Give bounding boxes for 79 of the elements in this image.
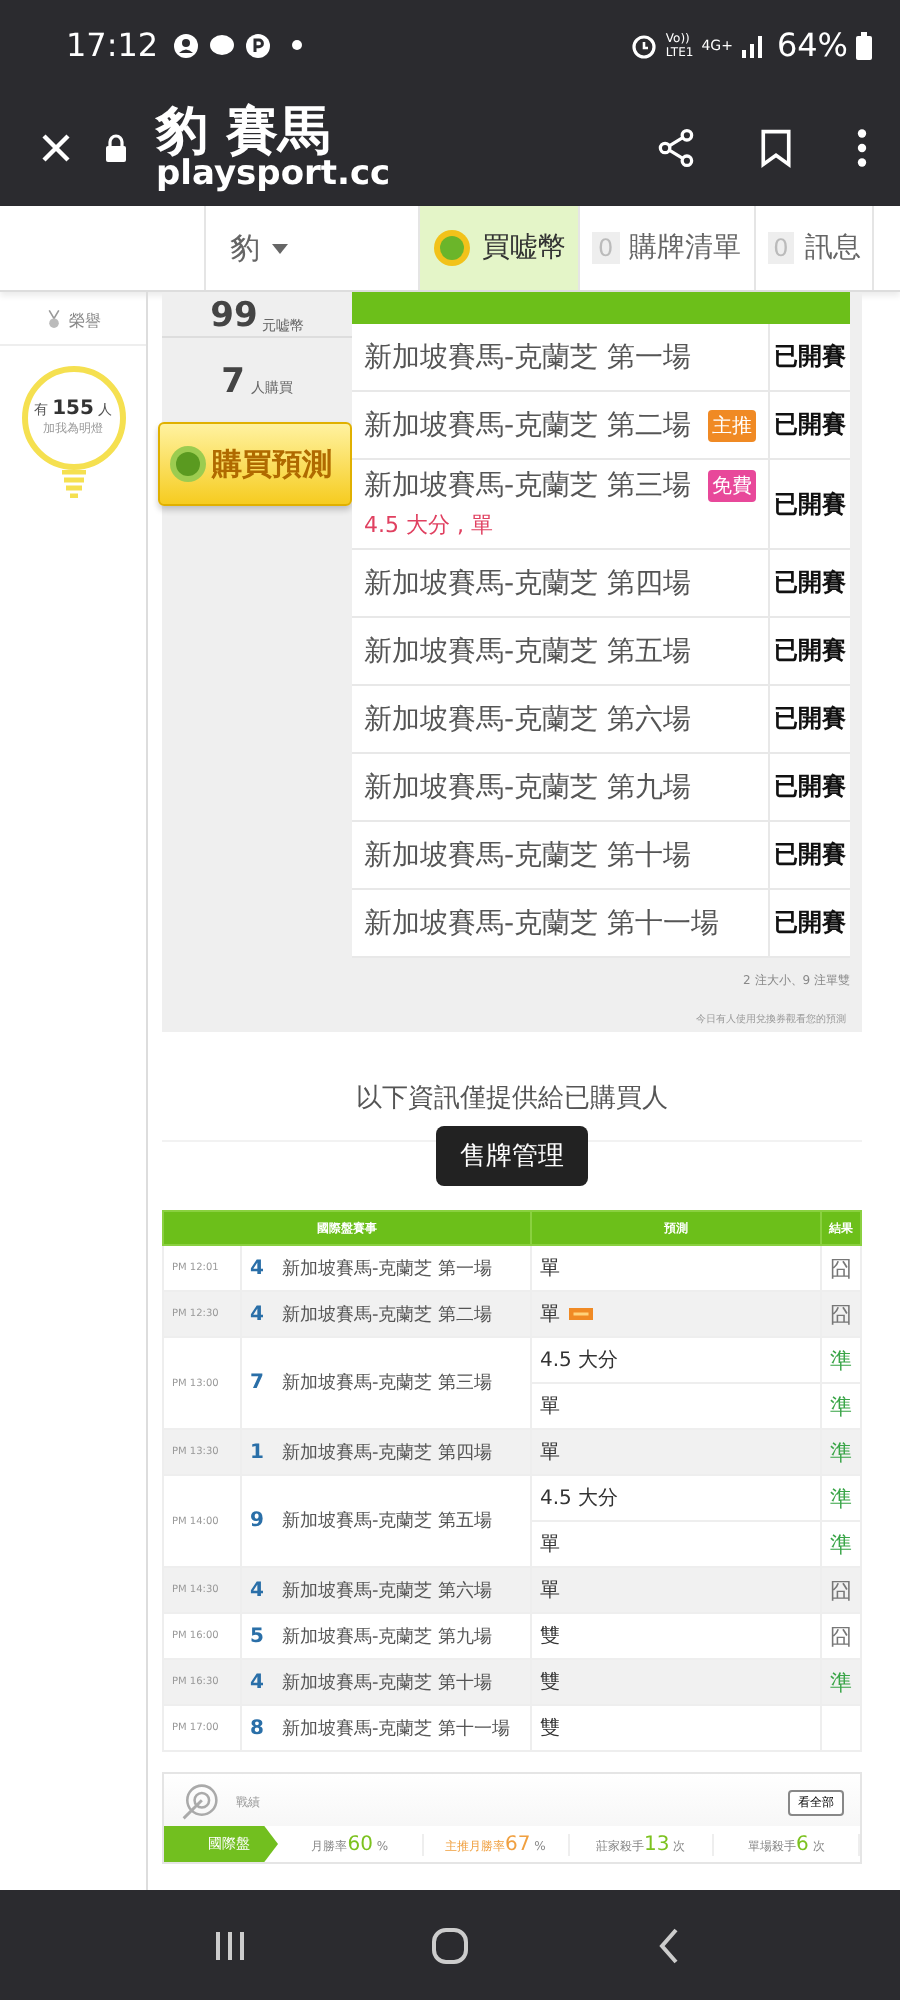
- prediction-text: 單: [540, 1396, 560, 1418]
- game-name: 新加坡賽馬-克蘭芝 第一場: [364, 339, 692, 375]
- game-tag: 主推: [708, 409, 756, 441]
- result-mark: 囧: [830, 1255, 852, 1281]
- race-name: 新加坡賽馬-克蘭芝 第四場: [274, 1429, 531, 1475]
- game-status: 已開賽: [768, 890, 850, 956]
- game-status: 已開賽: [768, 392, 850, 458]
- game-name: 新加坡賽馬-克蘭芝 第三場: [364, 468, 692, 504]
- medal-icon: [45, 310, 61, 330]
- buyer-notice: 以下資訊僅提供給已購買人: [354, 1082, 670, 1116]
- battery-icon: [856, 31, 872, 59]
- buyer-count: 7: [221, 362, 245, 402]
- game-name: 新加坡賽馬-克蘭芝 第五場: [364, 633, 692, 669]
- caret-icon: [272, 243, 288, 253]
- chat-bubble-icon: [208, 31, 237, 59]
- game-status: 已開賽: [768, 754, 850, 820]
- prediction-text: 單: [540, 1534, 560, 1556]
- nav-tab[interactable]: 買嘘幣: [420, 206, 580, 290]
- result-mark: 囧: [830, 1577, 852, 1603]
- prediction-text: 雙: [540, 1718, 560, 1740]
- race-name: 新加坡賽馬-克蘭芝 第十場: [274, 1659, 531, 1705]
- alarm-clock-icon: [629, 31, 658, 59]
- prediction-text: 雙: [540, 1626, 560, 1648]
- bookmark-icon[interactable]: [756, 128, 796, 168]
- game-status: 已開賽: [768, 460, 850, 548]
- horse-number: 4: [241, 1567, 274, 1613]
- race-name: 新加坡賽馬-克蘭芝 第六場: [274, 1567, 531, 1613]
- person-icon: [172, 31, 201, 59]
- game-status: 已開賽: [768, 618, 850, 684]
- honor-label: 榮譽: [69, 309, 101, 331]
- game-name: 新加坡賽馬-克蘭芝 第九場: [364, 769, 692, 805]
- prediction-text: 單: [540, 1304, 560, 1326]
- horse-number: 4: [241, 1659, 274, 1705]
- prediction-text: 單: [540, 1258, 560, 1280]
- coin-price: 99: [210, 296, 258, 336]
- page-url: playsport.cc: [156, 157, 393, 191]
- game-name: 新加坡賽馬-克蘭芝 第十一場: [364, 905, 720, 941]
- status-time: 17:12: [66, 26, 159, 64]
- game-status: 已開賽: [768, 550, 850, 616]
- prediction-text: 單: [540, 1442, 560, 1464]
- result-mark: 準: [830, 1485, 852, 1511]
- game-pick: 4.5 大分 , 單: [364, 510, 493, 540]
- game-name: 新加坡賽馬-克蘭芝 第六場: [364, 701, 692, 737]
- result-mark: 準: [830, 1531, 852, 1557]
- home-icon[interactable]: [430, 1925, 470, 1965]
- result-mark: 囧: [830, 1623, 852, 1649]
- page-title: 豹 賽馬: [156, 105, 331, 157]
- prediction-text: 單: [540, 1580, 560, 1602]
- horse-number: 4: [241, 1291, 274, 1337]
- game-name: 新加坡賽馬-克蘭芝 第四場: [364, 565, 692, 601]
- more-menu-icon[interactable]: [856, 128, 868, 168]
- coin-icon: [168, 444, 208, 484]
- parking-icon: [244, 31, 273, 59]
- result-mark: 準: [830, 1347, 852, 1373]
- battery-percent: 64%: [776, 26, 848, 64]
- game-status: 已開賽: [768, 324, 850, 390]
- game-name: 新加坡賽馬-克蘭芝 第十場: [364, 837, 692, 873]
- game-tag: 免費: [708, 470, 756, 502]
- coin-icon: [432, 228, 472, 268]
- game-status: 已開賽: [768, 686, 850, 752]
- target-icon: [180, 1782, 220, 1822]
- prediction-text: 雙: [540, 1672, 560, 1694]
- result-mark: 囧: [830, 1301, 852, 1327]
- user-menu[interactable]: 豹: [206, 206, 420, 290]
- share-icon[interactable]: [656, 128, 696, 168]
- game-status: 已開賽: [768, 822, 850, 888]
- game-name: 新加坡賽馬-克蘭芝 第二場: [364, 407, 692, 443]
- prediction-text: 4.5 大分: [540, 1350, 619, 1372]
- lock-icon: [104, 134, 128, 162]
- result-mark: 準: [830, 1439, 852, 1465]
- race-name: 新加坡賽馬-克蘭芝 第十一場: [274, 1705, 531, 1751]
- horse-number: 1: [241, 1429, 274, 1475]
- prediction-text: 4.5 大分: [540, 1488, 619, 1510]
- buy-prediction-button[interactable]: 購買預測: [158, 422, 352, 506]
- dot-icon: [292, 40, 303, 50]
- result-mark: 準: [830, 1393, 852, 1419]
- manage-sales-button[interactable]: 售牌管理: [436, 1126, 588, 1186]
- result-mark: 準: [830, 1669, 852, 1695]
- race-name: 新加坡賽馬-克蘭芝 第二場: [274, 1291, 531, 1337]
